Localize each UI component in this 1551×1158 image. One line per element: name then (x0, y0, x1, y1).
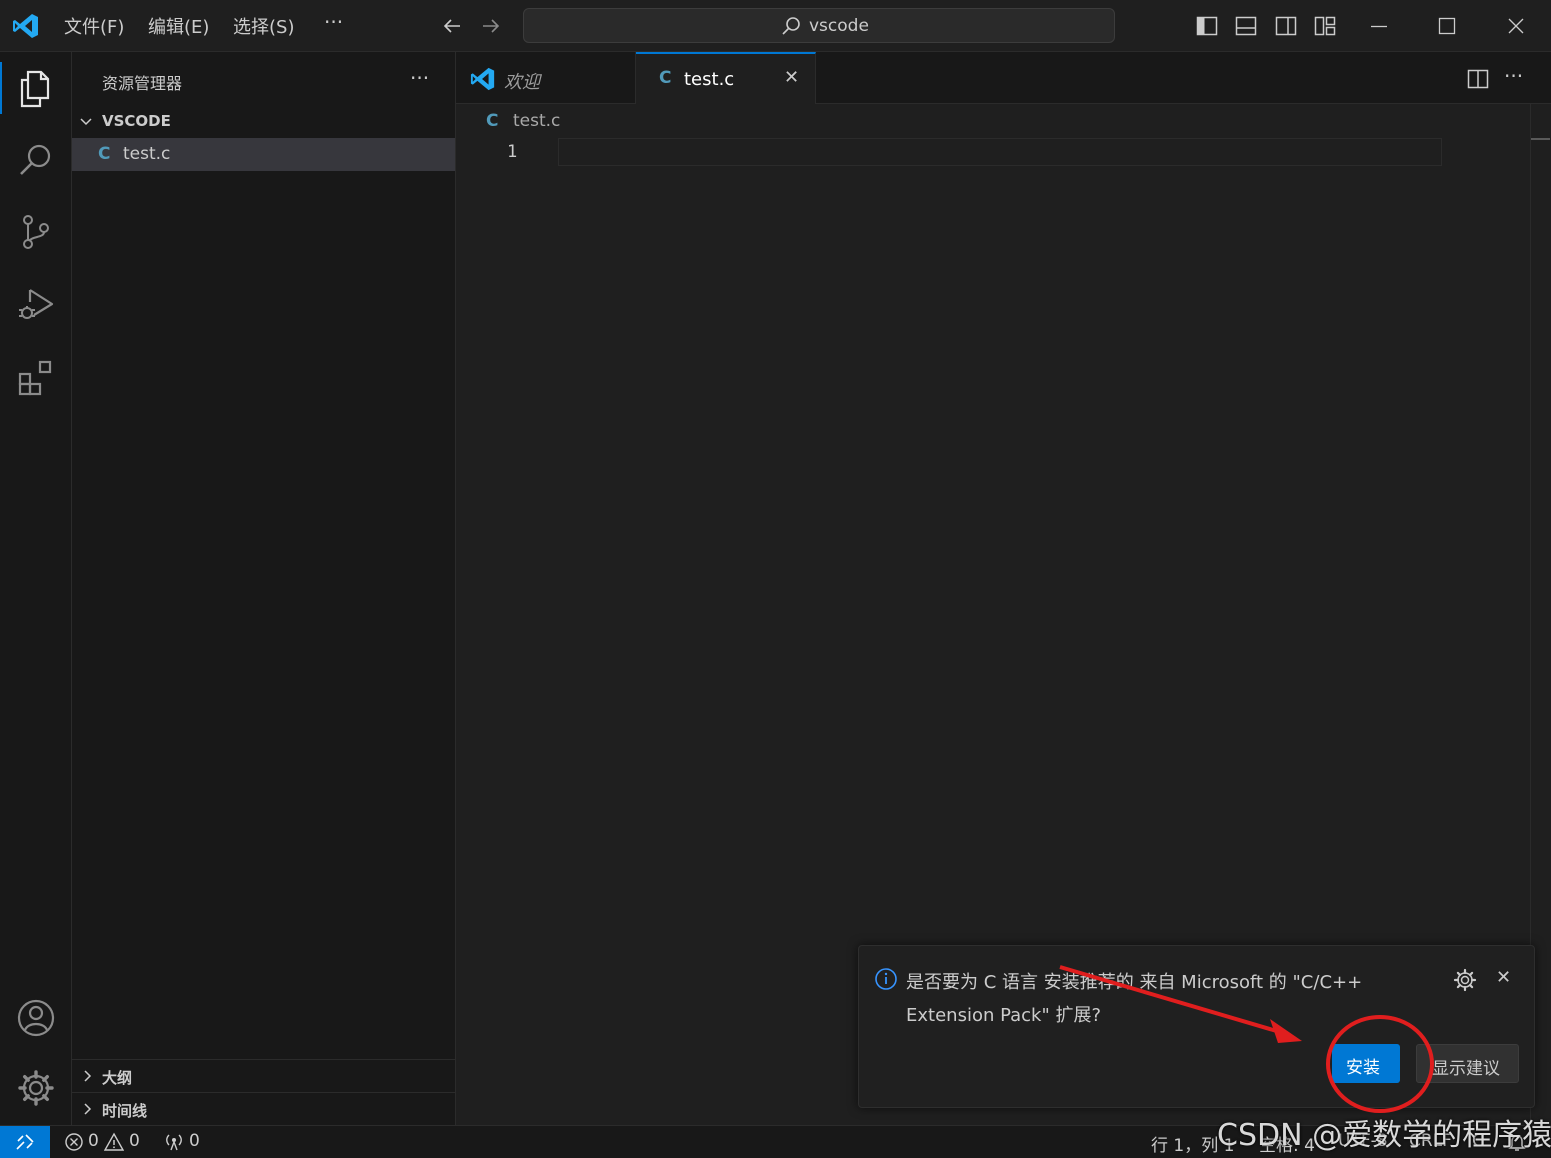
editor-tab-bar: 欢迎 C test.c ✕ ··· (456, 52, 1551, 105)
chevron-right-icon (80, 1068, 96, 1084)
c-file-icon: C (486, 111, 499, 131)
timeline-section[interactable]: 时间线 (72, 1092, 455, 1125)
explorer-icon[interactable] (12, 64, 60, 112)
explorer-sidebar: 资源管理器 ··· VSCODE C test.c 大纲 时间线 (72, 52, 456, 1125)
toggle-secondary-sidebar-icon[interactable] (1275, 15, 1297, 37)
menu-edit[interactable]: 编辑(E) (148, 13, 209, 39)
warning-icon[interactable] (104, 1132, 124, 1152)
file-name: test.c (123, 144, 171, 164)
c-file-icon: C (98, 144, 111, 164)
menu-selection[interactable]: 选择(S) (233, 13, 294, 39)
info-icon (874, 967, 898, 991)
warning-count[interactable]: 0 (129, 1131, 140, 1151)
line-number: 1 (507, 142, 518, 162)
minimize-icon[interactable] (1368, 15, 1390, 37)
toast-close-button[interactable]: ✕ (1496, 967, 1511, 988)
source-control-icon[interactable] (12, 208, 60, 256)
broadcast-icon[interactable] (164, 1132, 184, 1152)
active-indicator (0, 62, 2, 114)
breadcrumb-file: test.c (513, 111, 561, 131)
arrow-right-icon[interactable] (479, 14, 503, 38)
title-bar: 文件(F) 编辑(E) 选择(S) ··· vscode (0, 0, 1551, 52)
toggle-sidebar-icon[interactable] (1196, 15, 1218, 37)
tab-welcome[interactable]: 欢迎 (456, 52, 636, 104)
tab-test-c[interactable]: C test.c ✕ (636, 52, 816, 105)
menu-more[interactable]: ··· (324, 10, 343, 34)
folder-name: VSCODE (102, 112, 171, 130)
search-view-icon[interactable] (12, 136, 60, 184)
maximize-icon[interactable] (1436, 15, 1458, 37)
chevron-down-icon (78, 114, 94, 130)
arrow-left-icon[interactable] (440, 14, 464, 38)
accounts-icon[interactable] (12, 994, 60, 1042)
customize-layout-icon[interactable] (1314, 15, 1336, 37)
error-count[interactable]: 0 (88, 1131, 99, 1151)
command-center-search[interactable]: vscode (523, 8, 1115, 43)
search-icon (780, 15, 802, 37)
sidebar-more-button[interactable]: ··· (410, 66, 429, 90)
current-line-highlight (558, 138, 1442, 166)
annotation-arrow-circle (1059, 965, 1434, 1113)
remote-icon (15, 1133, 35, 1151)
sidebar-title: 资源管理器 (102, 74, 183, 93)
csdn-watermark: CSDN @爱数学的程序猿 (1217, 1118, 1551, 1153)
outline-label: 大纲 (102, 1069, 133, 1087)
remote-indicator[interactable] (0, 1126, 50, 1158)
error-icon[interactable] (64, 1132, 84, 1152)
vscode-logo (12, 12, 40, 40)
minimap-slider (1530, 138, 1550, 140)
run-debug-icon[interactable] (12, 280, 60, 328)
menu-file[interactable]: 文件(F) (64, 13, 124, 39)
extensions-icon[interactable] (12, 352, 60, 400)
folder-header[interactable]: VSCODE (72, 108, 455, 136)
outline-section[interactable]: 大纲 (72, 1059, 455, 1092)
c-file-icon: C (659, 68, 672, 88)
chevron-right-icon (80, 1101, 96, 1117)
tab-label: 欢迎 (504, 72, 540, 93)
tab-close-button[interactable]: ✕ (784, 67, 799, 88)
close-icon[interactable] (1505, 15, 1527, 37)
timeline-label: 时间线 (102, 1102, 148, 1120)
manage-gear-icon[interactable] (12, 1064, 60, 1112)
activity-bar (0, 52, 72, 1125)
ports-count[interactable]: 0 (189, 1131, 200, 1151)
toggle-panel-icon[interactable] (1235, 15, 1257, 37)
vscode-logo (470, 66, 496, 92)
split-editor-icon[interactable] (1467, 68, 1489, 90)
file-item-test-c[interactable]: C test.c (72, 138, 455, 171)
search-text: vscode (809, 16, 869, 36)
editor-more-button[interactable]: ··· (1504, 64, 1523, 88)
tab-label: test.c (684, 69, 735, 90)
